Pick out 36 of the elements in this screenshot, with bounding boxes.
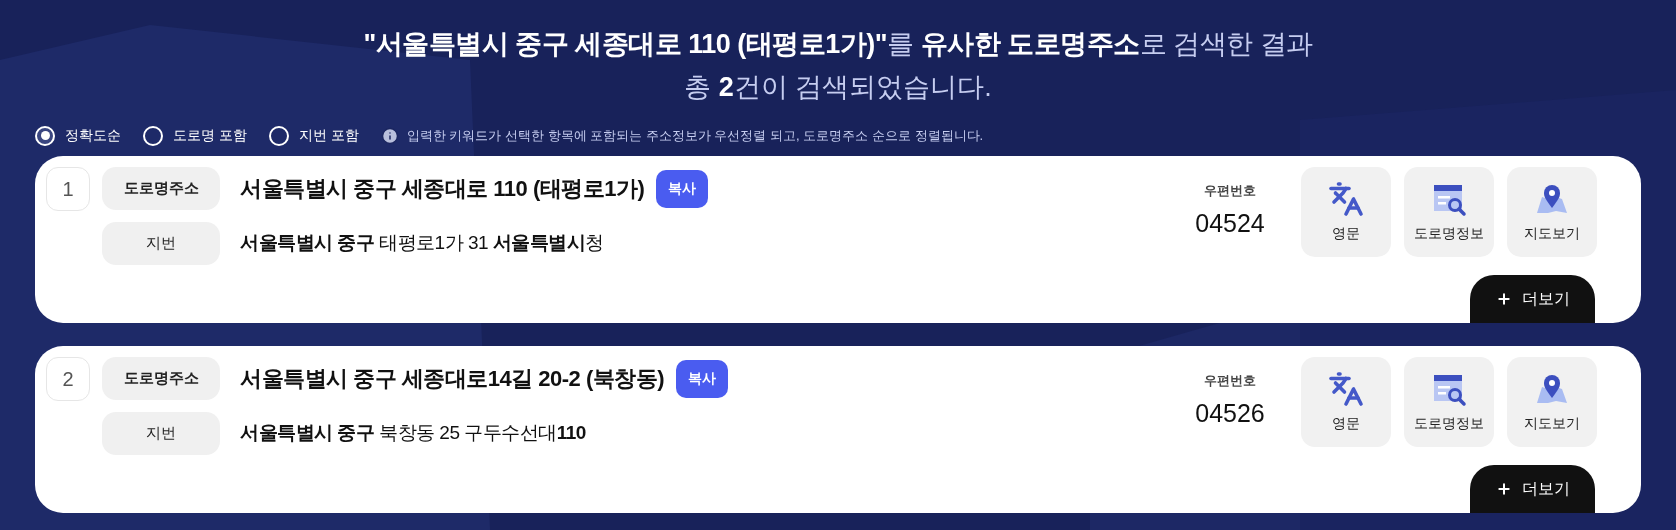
address-type-label: 지번 — [102, 412, 220, 455]
result-number: 2 — [46, 357, 90, 401]
postal-code: 04526 — [1195, 397, 1265, 429]
action-button[interactable]: 영문 — [1301, 167, 1391, 257]
road-address: 서울특별시 중구 세종대로14길 20-2 (북창동) — [240, 365, 665, 393]
copy-button[interactable]: 복사 — [656, 169, 709, 208]
road-address: 서울특별시 중구 세종대로 110 (태평로1가) — [240, 175, 645, 203]
copy-button[interactable]: 복사 — [676, 359, 729, 398]
action-button[interactable]: 지도보기 — [1507, 357, 1597, 447]
lot-address: 서울특별시 중구 북창동 25 구두수선대110 — [240, 421, 586, 446]
action-button[interactable]: 도로명정보 — [1404, 167, 1494, 257]
lot-address: 서울특별시 중구 태평로1가 31 서울특별시청 — [240, 231, 604, 256]
radio-button[interactable] — [268, 125, 289, 146]
plus-icon — [1495, 291, 1512, 307]
address-type-label: 지번 — [102, 222, 220, 265]
more-button[interactable]: 더보기 — [1470, 275, 1595, 323]
postal-label: 우편번호 — [1204, 182, 1256, 200]
address-type-label: 도로명주소 — [102, 167, 220, 210]
radio-label[interactable]: 정확도순 — [65, 125, 121, 146]
postal-code: 04524 — [1195, 207, 1265, 239]
result-title: "서울특별시 중구 세종대로 110 (태평로1가)"를 유사한 도로명주소로 검색한 결과 — [363, 28, 1313, 61]
radio-label[interactable]: 지번 포함 — [298, 125, 359, 146]
plus-icon — [1495, 481, 1512, 497]
radio-button[interactable] — [143, 125, 163, 146]
more-button[interactable]: 더보기 — [1470, 465, 1595, 513]
action-button[interactable]: 도로명정보 — [1404, 357, 1494, 447]
action-button[interactable]: 영문 — [1301, 357, 1391, 447]
sort-note: 입력한 키워드가 선택한 항목에 포함되는 주소정보가 우선정렬 되고, 도로명주소 순으로 정렬됩니다. — [406, 126, 984, 145]
result-count: 총 2건이 검색되었습니다. — [684, 70, 992, 104]
action-button[interactable]: 지도보기 — [1507, 167, 1597, 257]
address-type-label: 도로명주소 — [102, 357, 220, 400]
radio-label[interactable]: 도로명 포함 — [173, 125, 247, 146]
postal-label: 우편번호 — [1204, 372, 1256, 390]
result-number: 1 — [46, 167, 90, 211]
translate-icon — [1328, 370, 1364, 407]
translate-icon — [1328, 180, 1364, 217]
